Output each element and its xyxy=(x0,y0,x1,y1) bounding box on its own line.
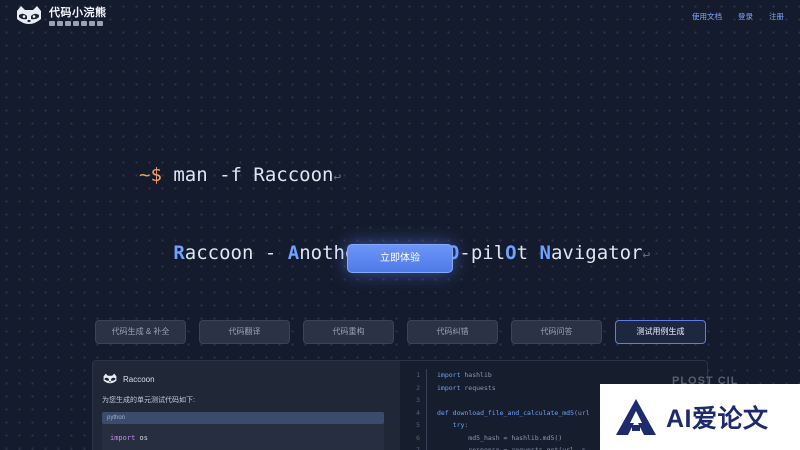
top-nav: 使用文档 登录 注册 xyxy=(692,11,784,22)
feature-tabs: 代码生成 & 补全 代码翻译 代码重构 代码纠错 代码问答 测试用例生成 xyxy=(95,320,706,344)
assistant-name: Raccoon xyxy=(123,374,155,384)
tab-code-translation[interactable]: 代码翻译 xyxy=(199,320,290,344)
code-line: 1 import hashlib xyxy=(400,369,707,381)
ai-mark-icon xyxy=(616,399,656,435)
snippet-module: os xyxy=(139,434,148,442)
code-text: import requests xyxy=(437,383,496,392)
chat-pane: Raccoon 为您生成的单元测试代码如下: python import os xyxy=(93,361,400,450)
try-now-button[interactable]: 立即体验 xyxy=(347,244,453,273)
terminal-prompt: ~$ xyxy=(139,164,162,186)
acronym-letter: N xyxy=(539,242,551,264)
code-text: try: xyxy=(452,421,469,429)
raccoon-icon xyxy=(17,6,41,24)
code-language-label: python xyxy=(102,412,384,424)
terminal-command: man -f Raccoon xyxy=(173,164,334,186)
line-number: 7 xyxy=(416,446,420,450)
return-icon: ↩ xyxy=(642,248,651,263)
tab-code-generation[interactable]: 代码生成 & 补全 xyxy=(95,320,186,344)
raccoon-icon xyxy=(103,373,117,384)
tagline-text: -pil xyxy=(459,242,506,264)
return-icon: ↩ xyxy=(333,170,342,185)
site-logo[interactable]: 代码小浣熊 xyxy=(14,5,107,27)
code-text: import hashlib xyxy=(437,371,492,379)
acronym-letter: R xyxy=(173,242,185,264)
line-number: 6 xyxy=(416,433,420,442)
logo-subtitle-glyphs xyxy=(49,20,107,26)
nav-register-link[interactable]: 注册 xyxy=(769,11,784,22)
watermark-badge: AI爱论文 xyxy=(600,384,800,450)
line-number: 1 xyxy=(416,371,420,379)
tab-code-fix[interactable]: 代码纠错 xyxy=(407,320,498,344)
watermark-brand: AI爱论文 xyxy=(666,405,769,433)
acronym-letter: O xyxy=(505,242,517,264)
nav-login-link[interactable]: 登录 xyxy=(738,11,753,22)
tagline-text: accoon - xyxy=(184,242,288,264)
chat-header: Raccoon xyxy=(102,373,155,385)
logo-title: 代码小浣熊 xyxy=(49,6,107,19)
assistant-message: 为您生成的单元测试代码如下: xyxy=(102,397,195,404)
tab-code-refactor[interactable]: 代码重构 xyxy=(303,320,394,344)
terminal-line-command: ~$ man -f Raccoon↩ xyxy=(139,162,650,188)
line-number: 3 xyxy=(416,396,420,404)
tab-test-generation[interactable]: 测试用例生成 xyxy=(615,320,706,344)
snippet-keyword: import xyxy=(110,434,136,442)
code-text: md5_hash = hashlib.md5() xyxy=(437,433,563,442)
line-number: 2 xyxy=(416,383,420,392)
code-text: response = requests.get(url, s xyxy=(437,446,586,450)
code-text: def download_file_and_calculate_md5(url xyxy=(437,408,590,417)
line-number: 5 xyxy=(416,421,420,429)
acronym-letter: A xyxy=(287,242,300,264)
line-number: 4 xyxy=(416,408,420,417)
top-header: 代码小浣熊 使用文档 登录 注册 xyxy=(0,0,800,32)
code-snippet: import os xyxy=(102,424,384,450)
tab-code-qa[interactable]: 代码问答 xyxy=(511,320,602,344)
tagline-text: t xyxy=(516,242,540,264)
tagline-text: avigator xyxy=(550,242,643,264)
nav-docs-link[interactable]: 使用文档 xyxy=(692,11,722,22)
